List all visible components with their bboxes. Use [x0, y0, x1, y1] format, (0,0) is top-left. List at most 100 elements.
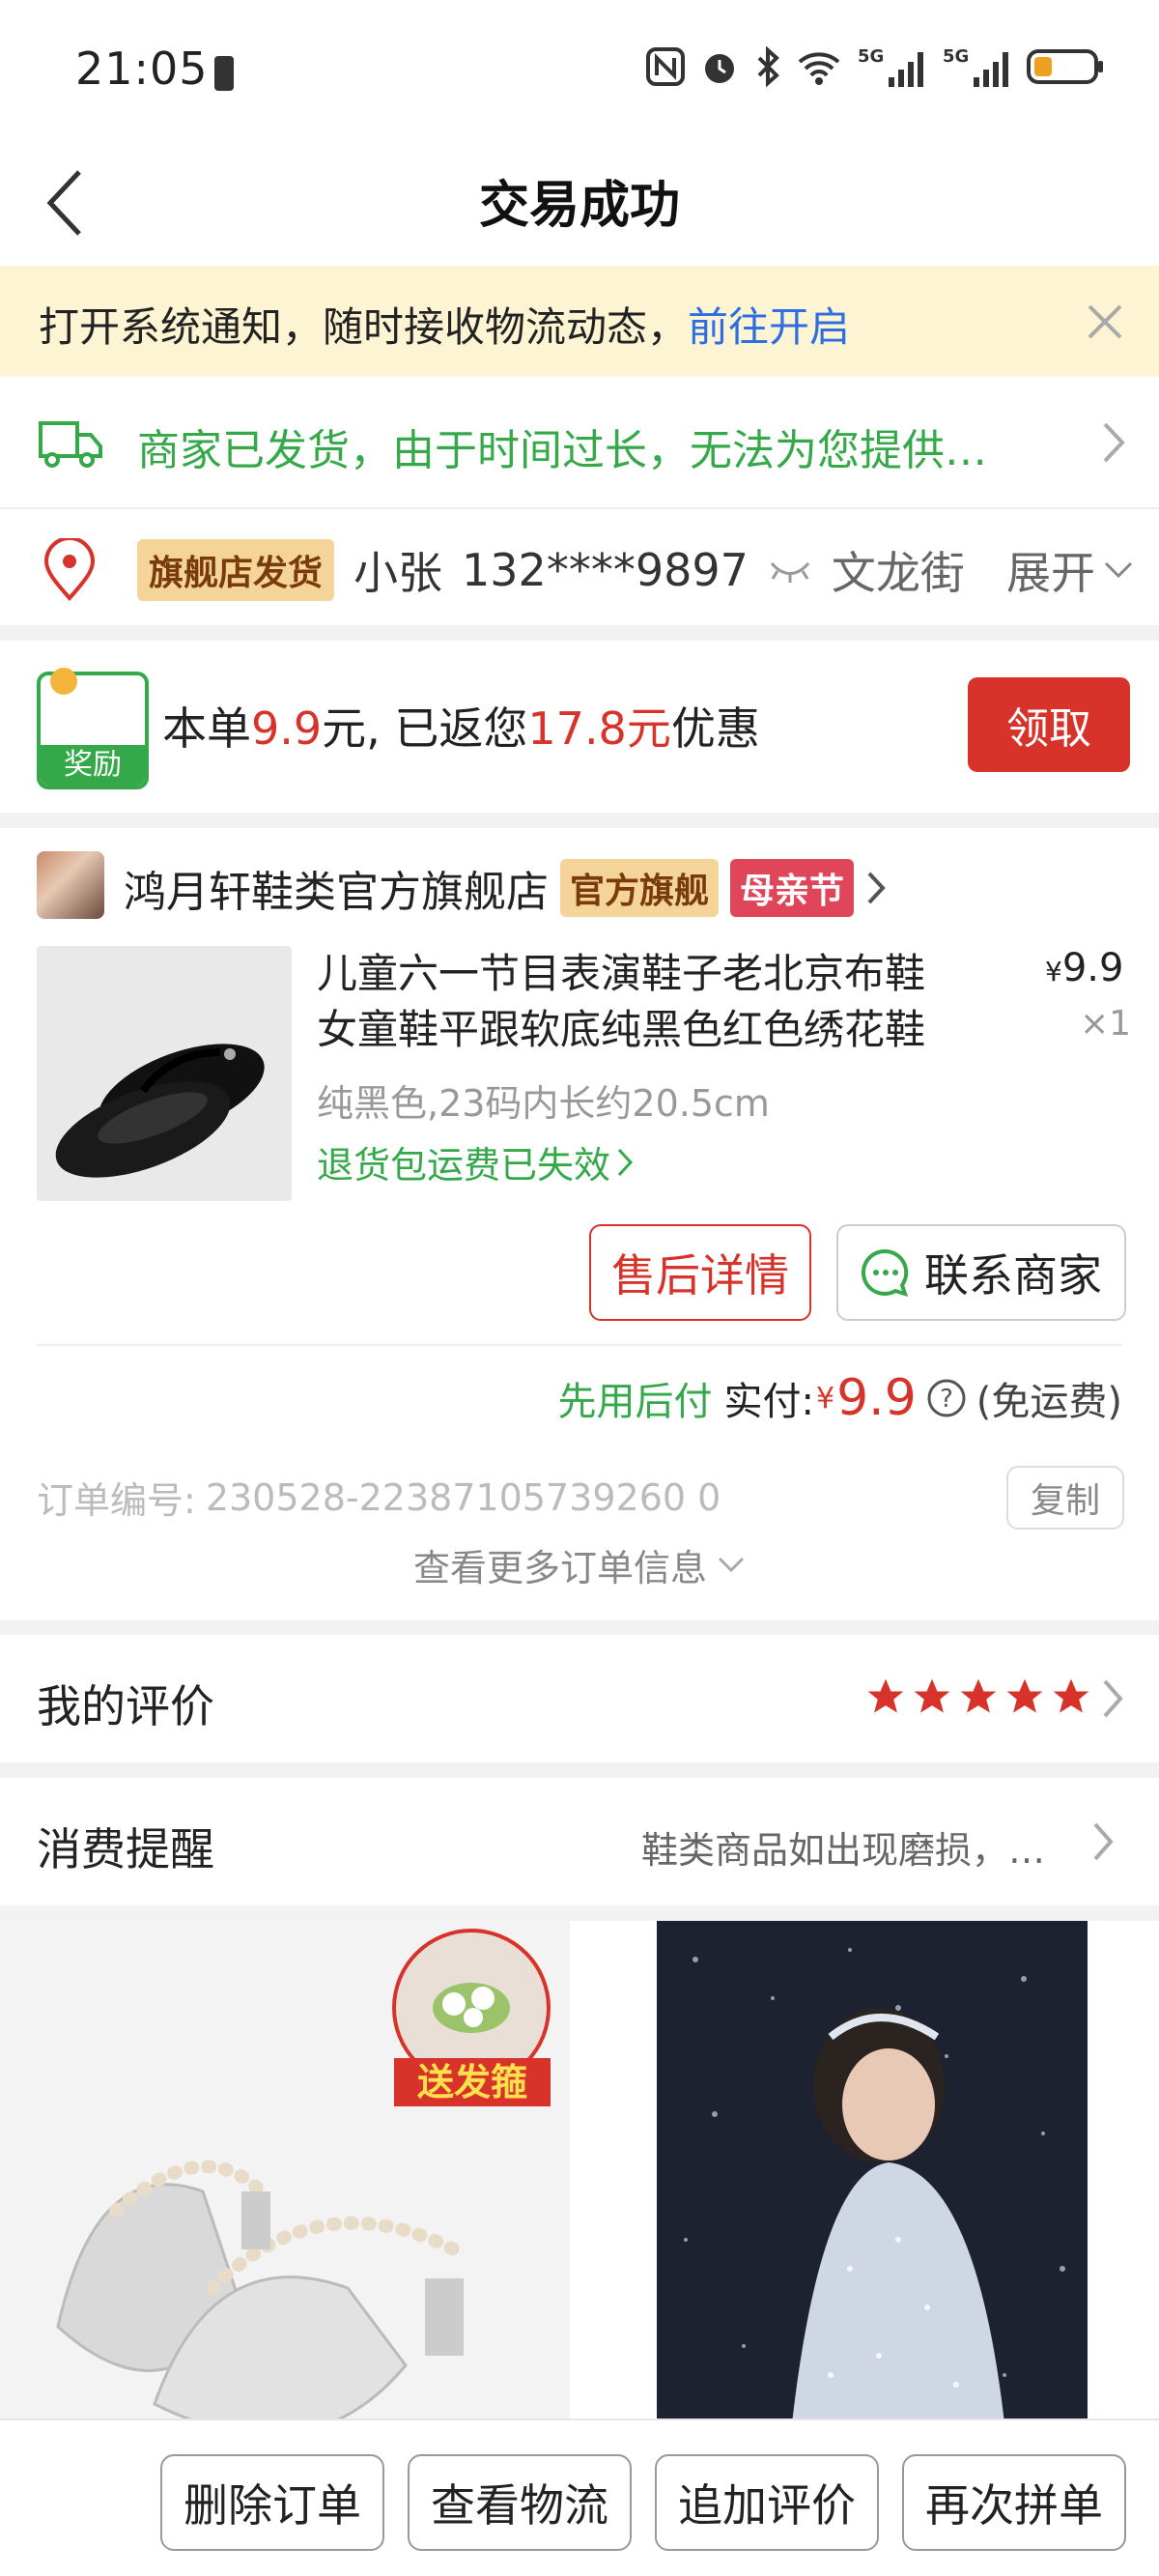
reward-suffix: 优惠: [670, 702, 760, 755]
nav-bar: 交易成功: [0, 135, 1159, 266]
official-flagship-badge: 官方旗舰: [560, 859, 720, 917]
address-row[interactable]: 旗舰店发货 小张 132****9897 文龙街 展开: [0, 509, 1159, 625]
delete-order-button[interactable]: 删除订单: [160, 2454, 384, 2551]
expand-address-button[interactable]: 展开: [999, 538, 1134, 602]
product-card-sandals[interactable]: 送发箍: [0, 1921, 570, 2423]
silver-sandals-image: [0, 1921, 570, 2423]
my-evaluation-row[interactable]: 我的评价: [0, 1635, 1159, 1762]
bluetooth-icon: [757, 46, 779, 87]
page-title: 交易成功: [478, 177, 680, 235]
battery-saver-icon: [214, 56, 234, 91]
reward-prefix: 本单: [162, 702, 251, 755]
signal-5g-icon: 5G: [858, 46, 923, 87]
mothers-day-badge: 母亲节: [730, 859, 855, 917]
paid-amount: 9.9: [836, 1369, 917, 1427]
chevron-right-icon: [1103, 422, 1125, 463]
claim-button[interactable]: 领取: [968, 677, 1130, 772]
paid-symbol: ¥: [815, 1381, 835, 1416]
star-icon: [960, 1678, 997, 1713]
product-title-line1: 儿童六一节目表演鞋子老北京布鞋: [317, 950, 926, 997]
order-card: 鸿月轩鞋类官方旗舰店 官方旗舰 母亲节 儿童六一节目表演鞋子老北京布鞋 女童鞋平…: [0, 828, 1159, 1620]
divider: [37, 1344, 1122, 1346]
store-name: 鸿月轩鞋类官方旗舰店: [124, 868, 549, 917]
reminder-text: 鞋类商品如出现磨损，…: [641, 1829, 1046, 1872]
chat-icon: [861, 1248, 909, 1298]
coin-icon: [50, 668, 77, 695]
chevron-right-icon: [1093, 1822, 1114, 1861]
reorder-button[interactable]: 再次拼单: [902, 2454, 1126, 2551]
evaluation-label: 我的评价: [37, 1680, 214, 1732]
product-image[interactable]: [37, 946, 292, 1201]
recommendation-grid: 送发箍: [0, 1921, 1159, 2423]
bottom-action-bar: 删除订单 查看物流 追加评价 再次拼单: [0, 2419, 1159, 2576]
flagship-ship-tag: 旗舰店发货: [137, 539, 335, 601]
eye-closed-icon[interactable]: [768, 556, 812, 585]
order-no-label: 订单编号:: [37, 1479, 196, 1522]
promo-tag: 送发箍: [394, 2058, 551, 2106]
return-note-text: 退货包运费已失效: [317, 1144, 611, 1187]
reminder-label: 消费提醒: [37, 1823, 214, 1875]
rating-stars: [864, 1675, 1092, 1718]
product-title-line2: 女童鞋平跟软底纯黑色红色绣花鞋: [317, 1006, 926, 1053]
chevron-down-icon: [1104, 561, 1133, 579]
product-card-dress[interactable]: [585, 1921, 1159, 2423]
reward-badge: 奖励: [37, 668, 149, 789]
price-symbol: ¥: [1045, 956, 1062, 987]
more-order-info-toggle[interactable]: 查看更多订单信息: [0, 1538, 1159, 1591]
chevron-right-icon: [617, 1148, 634, 1176]
view-logistics-button[interactable]: 查看物流: [408, 2454, 632, 2551]
copy-order-button[interactable]: 复制: [1006, 1466, 1124, 1530]
free-shipping-note: (免运费): [975, 1380, 1122, 1424]
star-icon: [1053, 1678, 1089, 1713]
reward-card: 奖励 本单9.9元, 已返您17.8元优惠 领取: [0, 641, 1159, 813]
star-icon: [914, 1678, 950, 1713]
payment-summary: 先用后付 实付: ¥ 9.9 ? (免运费): [558, 1369, 1123, 1427]
product-title[interactable]: 儿童六一节目表演鞋子老北京布鞋 女童鞋平跟软底纯黑色红色绣花鞋: [317, 946, 925, 1058]
star-icon: [867, 1678, 904, 1713]
order-number-row: 订单编号: 230528-22387105739260 0: [37, 1471, 721, 1524]
chevron-right-icon: [867, 872, 886, 904]
store-header[interactable]: 鸿月轩鞋类官方旗舰店 官方旗舰 母亲节: [124, 857, 887, 919]
question-icon[interactable]: ?: [926, 1378, 967, 1418]
shipping-status-row[interactable]: 商家已发货，由于时间过长，无法为您提供…: [0, 377, 1159, 509]
svg-text:5G: 5G: [943, 46, 969, 67]
shipping-status-text: 商家已发货，由于时间过长，无法为您提供…: [137, 426, 987, 475]
expand-label: 展开: [1006, 547, 1095, 599]
status-time: 21:05: [75, 43, 209, 95]
product-qty: ×1: [1080, 1004, 1132, 1044]
consumption-reminder-row[interactable]: 消费提醒 鞋类商品如出现磨损，…: [0, 1778, 1159, 1905]
order-no-value: 230528-22387105739260 0: [205, 1475, 721, 1519]
after-sale-button[interactable]: 售后详情: [589, 1224, 811, 1321]
battery-icon: [1027, 49, 1103, 84]
paid-label: 实付:: [723, 1380, 814, 1424]
price-value: 9.9: [1061, 946, 1124, 990]
reward-amount: 9.9: [251, 702, 323, 755]
pay-later-label: 先用后付: [557, 1380, 713, 1424]
status-icons: 5G 5G: [645, 44, 1105, 89]
enable-notification-link[interactable]: 前往开启: [688, 303, 850, 351]
contact-seller-label: 联系商家: [924, 1249, 1102, 1302]
truck-icon: [39, 421, 102, 468]
star-icon: [1006, 1678, 1043, 1713]
contact-seller-button[interactable]: 联系商家: [836, 1224, 1126, 1321]
reward-text: 本单9.9元, 已返您17.8元优惠: [162, 694, 760, 758]
close-icon[interactable]: [1086, 302, 1124, 341]
status-bar: 21:05 5G 5G: [0, 0, 1159, 135]
alarm-icon: [705, 54, 734, 83]
notice-text: 打开系统通知，随时接收物流动态，: [39, 303, 689, 351]
add-review-button[interactable]: 追加评价: [655, 2454, 879, 2551]
svg-text:5G: 5G: [858, 46, 884, 67]
girl-dress-image: [657, 1921, 1088, 2423]
store-avatar[interactable]: [37, 851, 104, 919]
address-street: 文龙街: [831, 547, 965, 599]
reward-mid: 元, 已返您: [322, 702, 528, 755]
reward-badge-label: 奖励: [41, 745, 145, 786]
black-shoe-image: [55, 1044, 265, 1178]
return-shipping-note[interactable]: 退货包运费已失效: [317, 1135, 634, 1188]
svg-text:?: ?: [940, 1385, 953, 1414]
chevron-down-icon: [718, 1557, 745, 1572]
more-info-label: 查看更多订单信息: [412, 1547, 707, 1589]
wifi-icon: [798, 52, 840, 85]
reward-refund: 17.8元: [527, 702, 671, 755]
recipient-name: 小张: [353, 547, 443, 599]
